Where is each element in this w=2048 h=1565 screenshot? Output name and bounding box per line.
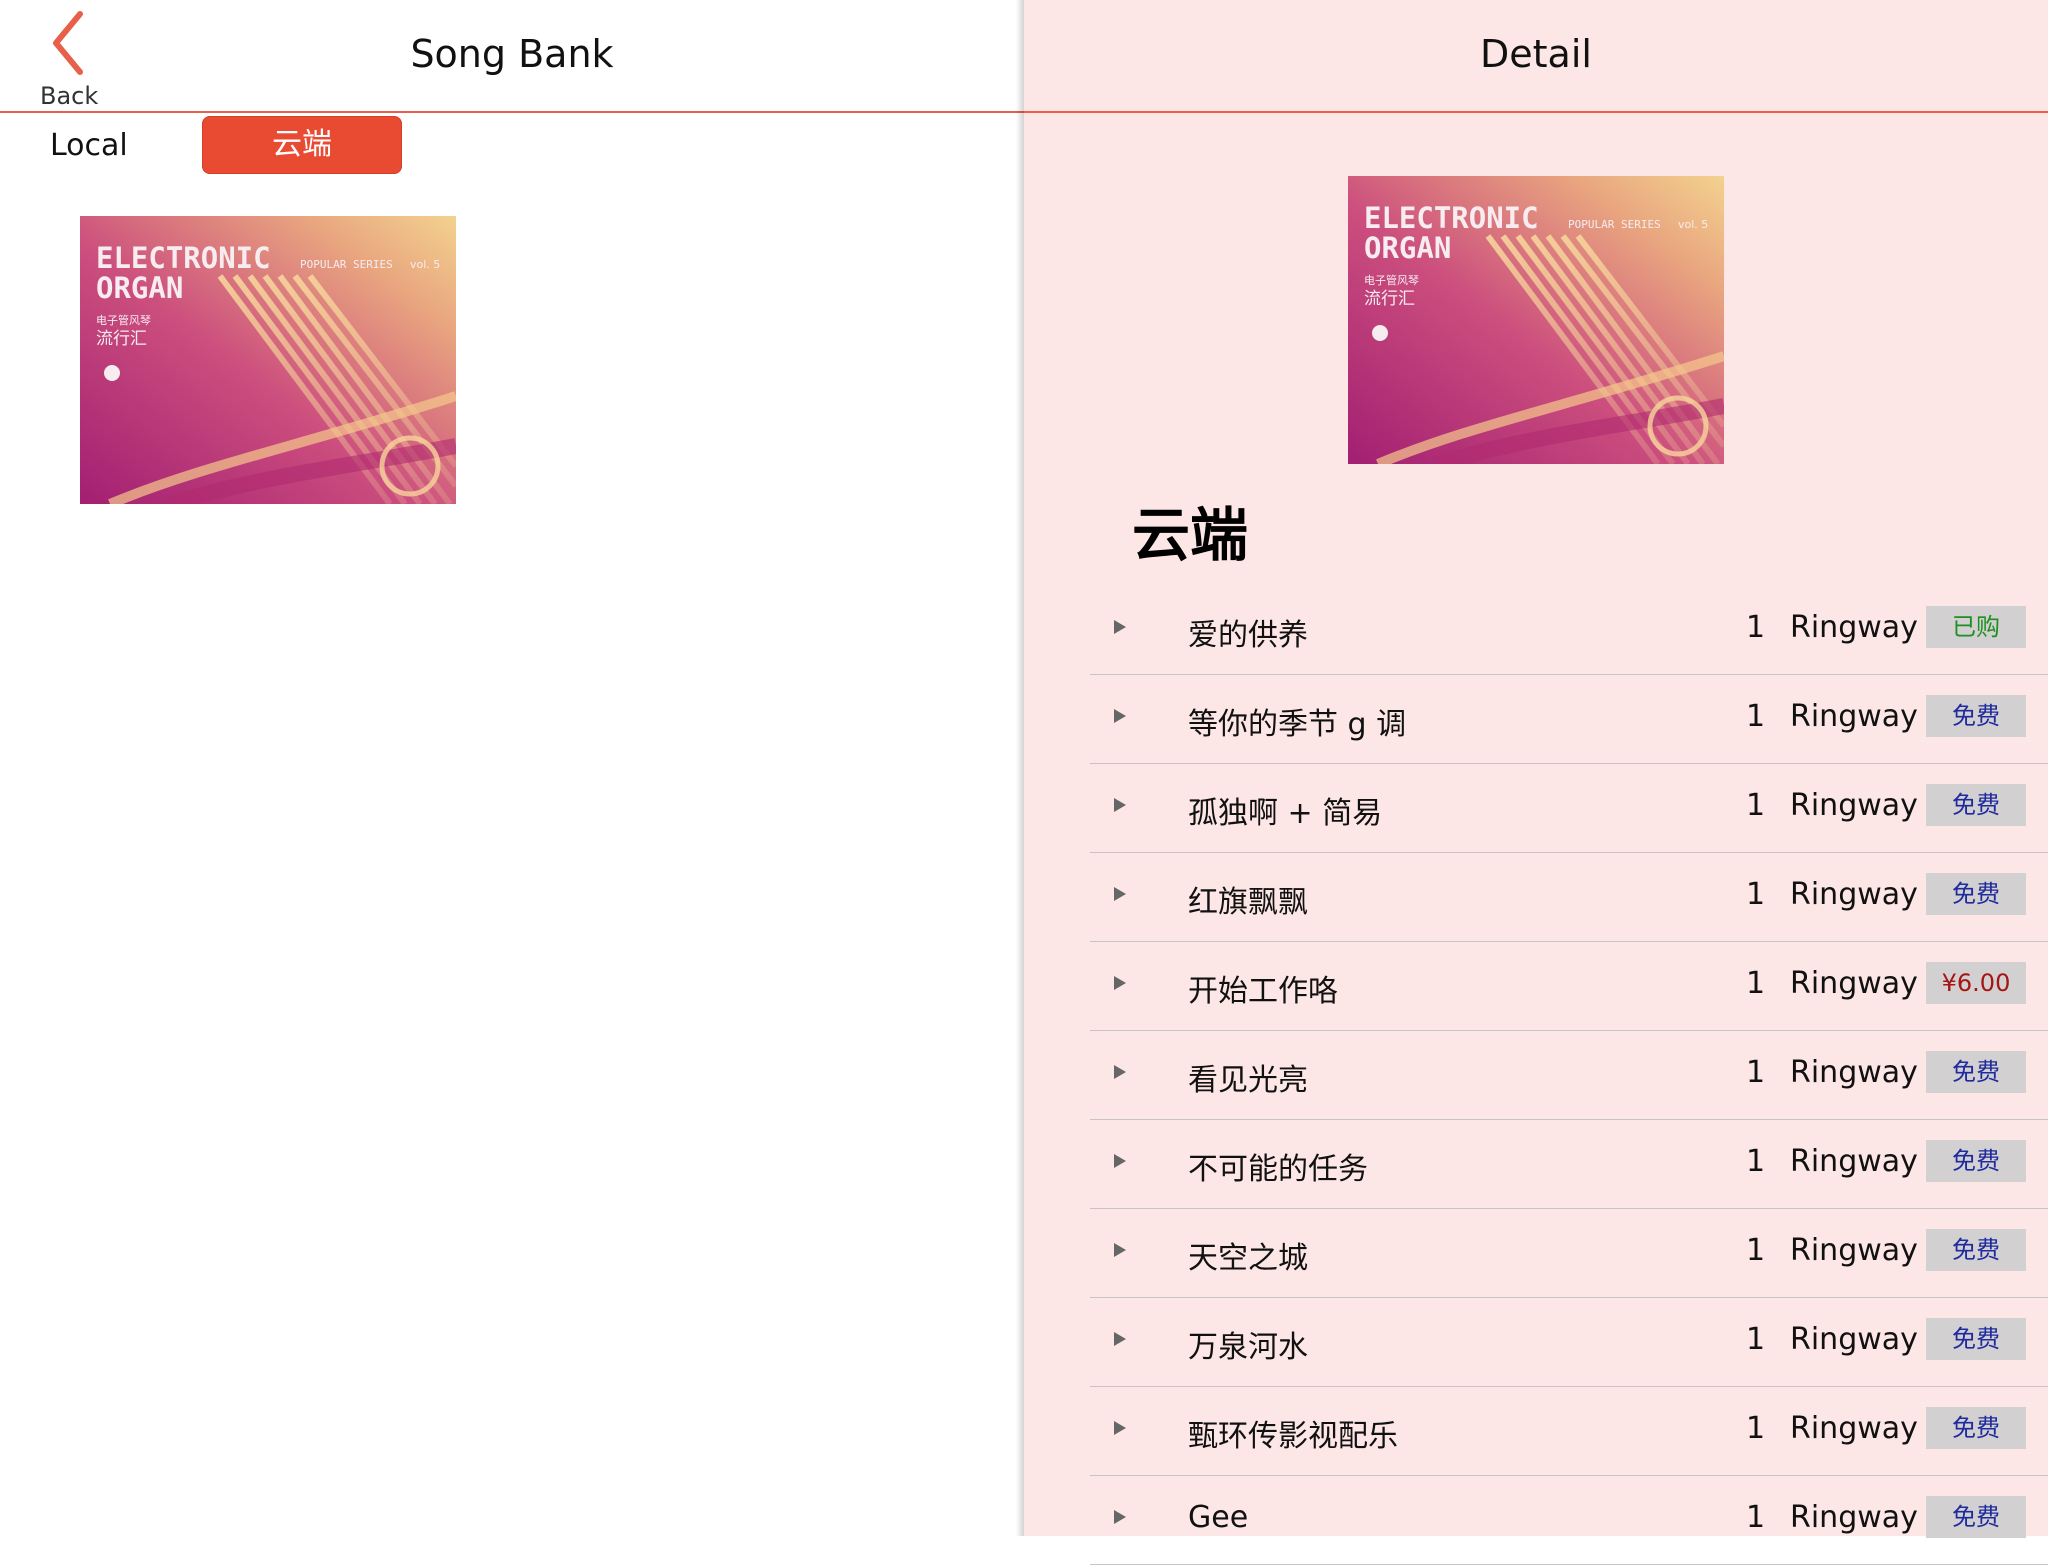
- svg-text:ELECTRONIC: ELECTRONIC: [1364, 201, 1539, 235]
- purchase-badge[interactable]: 免费: [1926, 1496, 2026, 1538]
- play-icon[interactable]: [1114, 620, 1126, 634]
- segment-cloud[interactable]: 云端: [202, 116, 402, 174]
- play-icon[interactable]: [1114, 798, 1126, 812]
- purchase-badge[interactable]: 免费: [1926, 784, 2026, 826]
- song-author: Ringway: [1790, 1055, 1918, 1090]
- detail-title: Detail: [1480, 32, 1592, 76]
- purchase-badge[interactable]: 免费: [1926, 1318, 2026, 1360]
- svg-text:电子管风琴: 电子管风琴: [96, 313, 151, 327]
- svg-text:流行汇: 流行汇: [1364, 289, 1415, 309]
- song-title: 爱的供养: [1188, 618, 1308, 653]
- song-row[interactable]: 孤独啊 + 简易 1 Ringway 免费: [1090, 764, 2048, 853]
- song-author: Ringway: [1790, 1322, 1918, 1357]
- song-row[interactable]: 开始工作咯 1 Ringway ¥6.00: [1090, 942, 2048, 1031]
- play-icon[interactable]: [1114, 709, 1126, 723]
- song-title: 孤独啊 + 简易: [1188, 796, 1383, 831]
- song-title: 开始工作咯: [1188, 974, 1338, 1009]
- price-badge[interactable]: ¥6.00: [1926, 962, 2026, 1004]
- song-row[interactable]: 看见光亮 1 Ringway 免费: [1090, 1031, 2048, 1120]
- back-label: Back: [40, 82, 99, 110]
- purchase-badge[interactable]: 免费: [1926, 1051, 2026, 1093]
- song-row[interactable]: Gee 1 Ringway 免费: [1090, 1476, 2048, 1565]
- album-cover-image: ELECTRONIC ORGAN POPULAR SERIES vol. 5 电…: [80, 216, 459, 512]
- song-count: 1: [1746, 1322, 1766, 1357]
- song-author: Ringway: [1790, 699, 1918, 734]
- purchase-badge[interactable]: 免费: [1926, 1140, 2026, 1182]
- song-title: 看见光亮: [1188, 1063, 1308, 1098]
- purchase-badge[interactable]: 免费: [1926, 1407, 2026, 1449]
- play-icon[interactable]: [1114, 1421, 1126, 1435]
- svg-text:ELECTRONIC: ELECTRONIC: [96, 241, 271, 275]
- detail-panel: Detail ELECTRONIC ORGAN POPULAR SERIES v…: [1024, 0, 2048, 1565]
- song-count: 1: [1746, 1411, 1766, 1446]
- play-icon[interactable]: [1114, 1154, 1126, 1168]
- song-title: 万泉河水: [1188, 1330, 1308, 1365]
- song-title: 等你的季节 g 调: [1188, 707, 1407, 742]
- song-row[interactable]: 爱的供养 1 Ringway 已购: [1090, 586, 2048, 675]
- song-title: 甄环传影视配乐: [1188, 1419, 1398, 1454]
- svg-text:电子管风琴: 电子管风琴: [1364, 273, 1419, 287]
- purchase-badge[interactable]: 免费: [1926, 695, 2026, 737]
- segment-local[interactable]: Local: [50, 128, 160, 164]
- purchase-badge[interactable]: 已购: [1926, 606, 2026, 648]
- purchase-badge[interactable]: 免费: [1926, 873, 2026, 915]
- play-icon[interactable]: [1114, 1332, 1126, 1346]
- svg-text:ORGAN: ORGAN: [96, 271, 183, 305]
- song-row[interactable]: 红旗飘飘 1 Ringway 免费: [1090, 853, 2048, 942]
- song-count: 1: [1746, 788, 1766, 823]
- song-count: 1: [1746, 1500, 1766, 1535]
- song-author: Ringway: [1790, 788, 1918, 823]
- play-icon[interactable]: [1114, 1065, 1126, 1079]
- album-cover-image: ELECTRONIC ORGAN POPULAR SERIES vol. 5 电…: [1348, 176, 1727, 472]
- song-list: 爱的供养 1 Ringway 已购 等你的季节 g 调 1 Ringway 免费…: [1090, 586, 2048, 1565]
- play-icon[interactable]: [1114, 976, 1126, 990]
- detail-album-cover: ELECTRONIC ORGAN POPULAR SERIES vol. 5 电…: [1348, 176, 1727, 472]
- svg-text:POPULAR SERIES: POPULAR SERIES: [300, 258, 393, 271]
- play-icon[interactable]: [1114, 887, 1126, 901]
- song-count: 1: [1746, 699, 1766, 734]
- song-count: 1: [1746, 610, 1766, 645]
- song-row[interactable]: 万泉河水 1 Ringway 免费: [1090, 1298, 2048, 1387]
- song-count: 1: [1746, 1233, 1766, 1268]
- song-count: 1: [1746, 877, 1766, 912]
- album-name: 云端: [1132, 501, 1249, 569]
- svg-text:POPULAR SERIES: POPULAR SERIES: [1568, 218, 1661, 231]
- svg-text:vol. 5: vol. 5: [1678, 218, 1708, 231]
- song-row[interactable]: 不可能的任务 1 Ringway 免费: [1090, 1120, 2048, 1209]
- song-count: 1: [1746, 1144, 1766, 1179]
- song-author: Ringway: [1790, 1500, 1918, 1535]
- song-author: Ringway: [1790, 1144, 1918, 1179]
- album-tile[interactable]: ELECTRONIC ORGAN POPULAR SERIES vol. 5 电…: [80, 216, 459, 512]
- song-author: Ringway: [1790, 610, 1918, 645]
- song-row[interactable]: 等你的季节 g 调 1 Ringway 免费: [1090, 675, 2048, 764]
- song-title: 红旗飘飘: [1188, 885, 1308, 920]
- song-author: Ringway: [1790, 1233, 1918, 1268]
- detail-navbar: Detail: [1024, 0, 2048, 113]
- song-bank-panel: Back Song Bank Local 云端 ELECTRONIC ORGAN…: [0, 0, 1024, 1536]
- song-author: Ringway: [1790, 966, 1918, 1001]
- play-icon[interactable]: [1114, 1243, 1126, 1257]
- song-count: 1: [1746, 966, 1766, 1001]
- play-icon[interactable]: [1114, 1510, 1126, 1524]
- purchase-badge[interactable]: 免费: [1926, 1229, 2026, 1271]
- song-title: 不可能的任务: [1188, 1152, 1368, 1187]
- svg-text:vol. 5: vol. 5: [410, 258, 440, 271]
- song-author: Ringway: [1790, 1411, 1918, 1446]
- page-title: Song Bank: [410, 32, 614, 76]
- svg-text:流行汇: 流行汇: [96, 329, 147, 349]
- song-bank-navbar: Back Song Bank: [0, 0, 1024, 113]
- song-title: 天空之城: [1188, 1241, 1308, 1276]
- song-row[interactable]: 天空之城 1 Ringway 免费: [1090, 1209, 2048, 1298]
- song-row[interactable]: 甄环传影视配乐 1 Ringway 免费: [1090, 1387, 2048, 1476]
- song-title: Gee: [1188, 1500, 1249, 1535]
- song-author: Ringway: [1790, 877, 1918, 912]
- svg-text:ORGAN: ORGAN: [1364, 231, 1451, 265]
- song-count: 1: [1746, 1055, 1766, 1090]
